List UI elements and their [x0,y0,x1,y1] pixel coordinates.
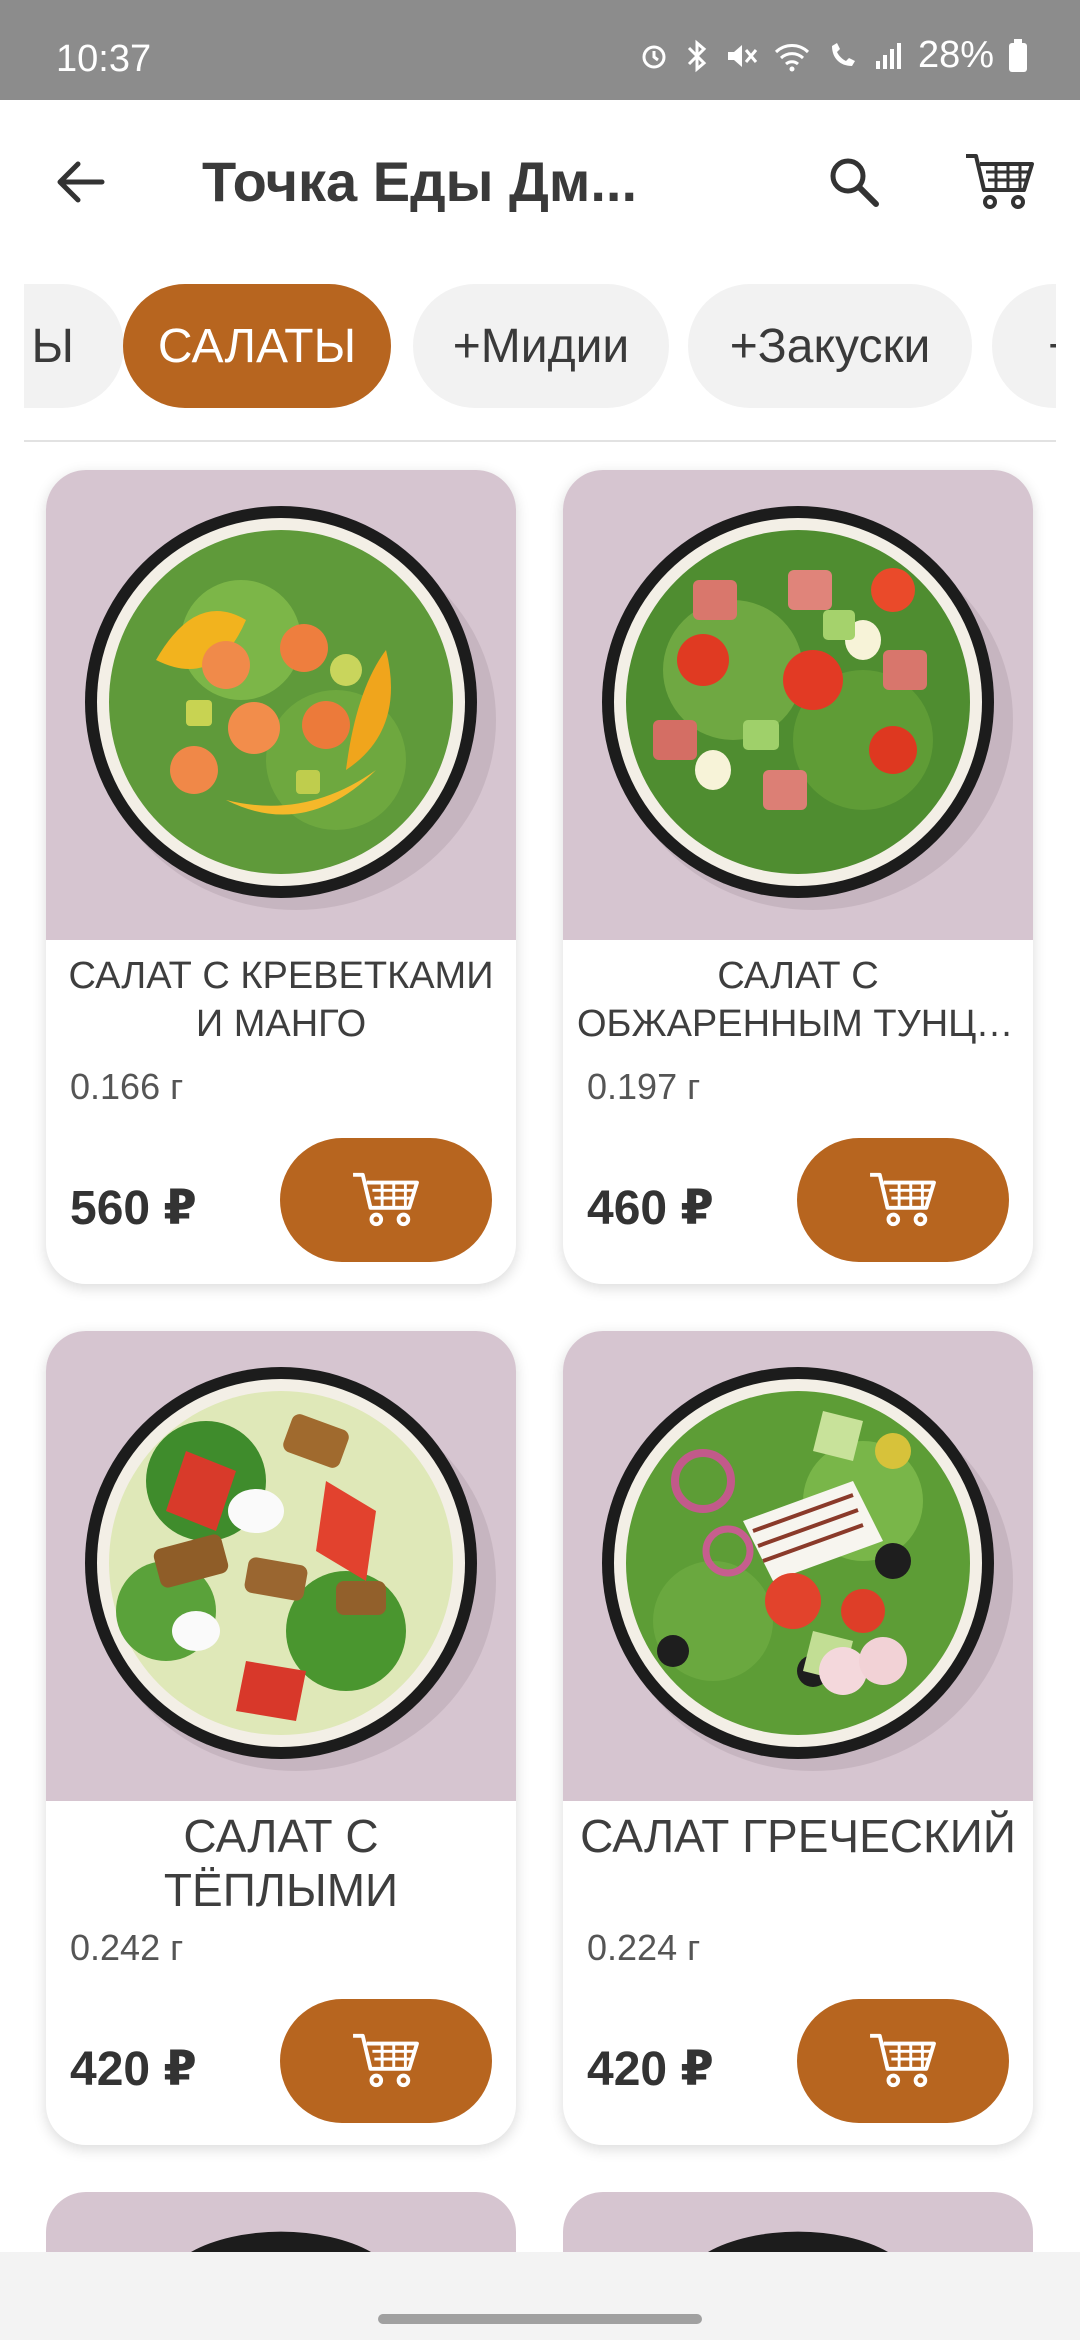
category-chip-salads[interactable]: САЛАТЫ [123,284,391,408]
bluetooth-icon [687,39,707,72]
category-chip-label: Ы [31,319,75,373]
product-photo [563,1331,1033,1801]
product-name-line: САЛАТ С [717,955,879,997]
battery-icon [1009,38,1027,72]
product-price: 420 ₽ [70,2043,197,2096]
product-name: САЛАТ С ОБЖАРЕННЫМ ТУНЦО... [577,952,1019,1052]
cart-icon [353,1172,419,1227]
category-chip-label: +Мидии [452,319,630,373]
wifi-icon [774,43,809,71]
category-chip-snacks[interactable]: +Закуски [688,284,972,408]
cart-icon [966,154,1034,209]
back-button[interactable] [40,142,120,222]
product-name-line: ОБЖАРЕННЫМ ТУНЦО... [577,1003,1019,1045]
search-icon [830,158,879,207]
add-to-cart-button[interactable] [280,1999,492,2123]
add-to-cart-button[interactable] [280,1138,492,1262]
product-name: САЛАТ С КРЕВЕТКАМИ И МАНГО [68,955,494,1045]
add-to-cart-button[interactable] [797,1999,1009,2123]
category-chip-mussels[interactable]: +Мидии [413,284,669,408]
category-chip-label: +Закуски [729,319,931,373]
search-button[interactable] [812,140,896,224]
category-chip-next[interactable]: + [992,284,1056,408]
product-price: 420 ₽ [587,2043,714,2096]
product-photo [46,470,516,940]
app-bar: Точка Еды Дм... [0,100,1080,268]
product-weight: 0.197 г [587,1066,701,1107]
product-card[interactable]: САЛАТ ГРЕЧЕСКИЙ 0.224 г 420 ₽ [563,1331,1033,2145]
status-bar: 10:37 28% [0,0,1080,100]
page-title: Точка Еды Дм... [202,150,638,213]
product-card-partial[interactable] [46,2192,516,2252]
cart-icon [870,1172,936,1227]
product-photo [563,2192,1033,2252]
product-price: 560 ₽ [70,1182,197,1235]
product-price: 460 ₽ [587,1182,714,1235]
product-photo [563,470,1033,940]
product-card-partial[interactable] [563,2192,1033,2252]
signal-icon [875,42,901,69]
product-name: САЛАТ ГРЕЧЕСКИЙ [580,1810,1016,1862]
product-weight: 0.242 г [70,1927,184,1968]
category-tabs: Ы САЛАТЫ +Мидии +Закуски + [24,268,1056,442]
cart-icon [870,2033,936,2088]
product-card[interactable]: САЛАТ С ОБЖАРЕННЫМ ТУНЦО... 0.197 г 460 … [563,470,1033,1284]
product-card[interactable]: САЛАТ С ТЁПЛЫМИ БАКЛАЖАНАМИ 0.242 г 420 … [46,1331,516,2145]
mute-icon [727,44,758,67]
status-icons: 28% [638,34,1028,77]
gesture-handle[interactable] [378,2314,702,2324]
product-weight: 0.166 г [70,1066,184,1107]
product-name: САЛАТ С ТЁПЛЫМИ БАКЛАЖАНАМИ [103,1810,459,1921]
product-photo [46,1331,516,1801]
cart-icon [353,2033,419,2088]
wifi-call-icon [831,42,855,66]
category-chip-label: САЛАТЫ [157,319,357,373]
product-card[interactable]: САЛАТ С КРЕВЕТКАМИ И МАНГО 0.166 г 560 ₽ [46,470,516,1284]
category-chip-label: + [1048,319,1056,374]
status-time: 10:37 [56,38,152,80]
alarm-icon [642,45,666,68]
arrow-left-icon [57,161,105,203]
product-photo [46,2192,516,2252]
product-weight: 0.224 г [587,1927,701,1968]
battery-percent: 28% [917,34,994,76]
category-chip-prev[interactable]: Ы [24,284,124,408]
navigation-bar [0,2252,1080,2340]
add-to-cart-button[interactable] [797,1138,1009,1262]
cart-button[interactable] [958,140,1042,224]
